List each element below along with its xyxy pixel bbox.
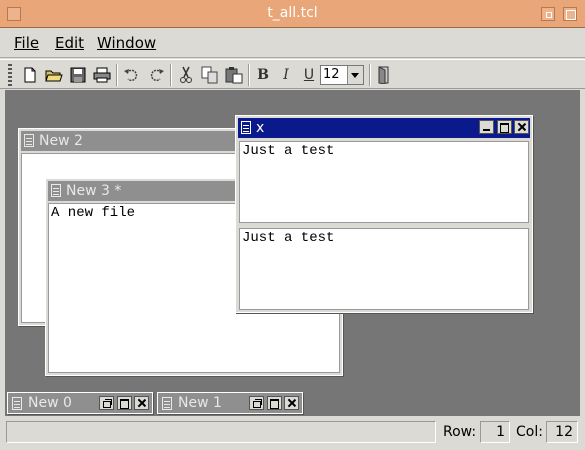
toolbar-separator: [116, 64, 118, 86]
document-title: New 3 *: [66, 183, 122, 199]
print-icon[interactable]: [91, 64, 113, 86]
minimized-window-new0[interactable]: New 0: [7, 392, 153, 414]
menu-edit[interactable]: Edit: [55, 34, 84, 52]
toolbar-grip[interactable]: [8, 64, 12, 86]
copy-icon[interactable]: [199, 64, 221, 86]
underline-button[interactable]: U: [298, 64, 320, 86]
paste-icon[interactable]: [223, 64, 245, 86]
redo-icon[interactable]: [145, 64, 167, 86]
status-message: [6, 421, 436, 443]
close-button[interactable]: [284, 396, 299, 410]
text-editor-bottom-pane[interactable]: Just a test: [239, 228, 529, 310]
statusbar: Row: 1 Col: 12: [0, 418, 585, 450]
col-label: Col:: [516, 424, 543, 440]
font-size-select[interactable]: 12: [320, 65, 364, 85]
window-maximize-button[interactable]: [563, 7, 577, 21]
open-folder-icon[interactable]: [43, 64, 65, 86]
minimize-button[interactable]: [479, 120, 494, 134]
document-title: x: [256, 120, 265, 136]
menu-window[interactable]: Window: [97, 34, 156, 52]
document-icon: [12, 397, 22, 410]
text-editor-top-pane[interactable]: Just a test: [239, 141, 529, 223]
maximize-button[interactable]: [497, 120, 512, 134]
undo-icon[interactable]: [121, 64, 143, 86]
document-title: New 1: [178, 395, 222, 411]
toolbar-separator: [248, 64, 250, 86]
row-value: 1: [480, 421, 510, 443]
document-title: New 2: [39, 133, 83, 149]
restore-button[interactable]: [99, 396, 114, 410]
mdi-workspace: New 2 New 3 * A new file x Just a test J…: [5, 90, 580, 416]
chevron-down-icon[interactable]: [347, 66, 363, 84]
maximize-button[interactable]: [117, 396, 132, 410]
menu-edit-label: Edit: [55, 34, 85, 52]
window-title: t_all.tcl: [267, 5, 318, 21]
menu-file-label: File: [14, 34, 40, 52]
italic-button[interactable]: I: [275, 64, 297, 86]
close-button[interactable]: [514, 120, 529, 134]
exit-door-icon[interactable]: [373, 64, 395, 86]
restore-button[interactable]: [249, 396, 264, 410]
document-window-x[interactable]: x Just a test Just a test: [235, 115, 533, 313]
save-icon[interactable]: [67, 64, 89, 86]
cut-icon[interactable]: [175, 64, 197, 86]
col-value: 12: [546, 421, 578, 443]
minimized-window-new1[interactable]: New 1: [157, 392, 303, 414]
font-size-value: 12: [323, 67, 340, 82]
document-icon: [241, 121, 251, 134]
menubar: File Edit Window: [0, 28, 585, 58]
row-label: Row:: [443, 424, 477, 440]
document-title: New 0: [28, 395, 72, 411]
document-titlebar[interactable]: New 2: [21, 131, 255, 151]
new-file-icon[interactable]: [19, 64, 41, 86]
bold-button[interactable]: B: [252, 64, 274, 86]
window-minimize-button[interactable]: [541, 7, 555, 21]
window-titlebar[interactable]: t_all.tcl: [0, 0, 585, 28]
toolbar-separator: [170, 64, 172, 86]
document-icon: [162, 397, 172, 410]
maximize-button[interactable]: [267, 396, 282, 410]
menu-window-label: Window: [97, 34, 157, 52]
document-titlebar[interactable]: x: [238, 118, 530, 138]
toolbar: B I U 12: [0, 59, 585, 89]
document-icon: [24, 134, 34, 147]
toolbar-separator: [369, 64, 371, 86]
close-button[interactable]: [134, 396, 149, 410]
document-icon: [51, 184, 61, 197]
menu-file[interactable]: File: [14, 34, 39, 52]
